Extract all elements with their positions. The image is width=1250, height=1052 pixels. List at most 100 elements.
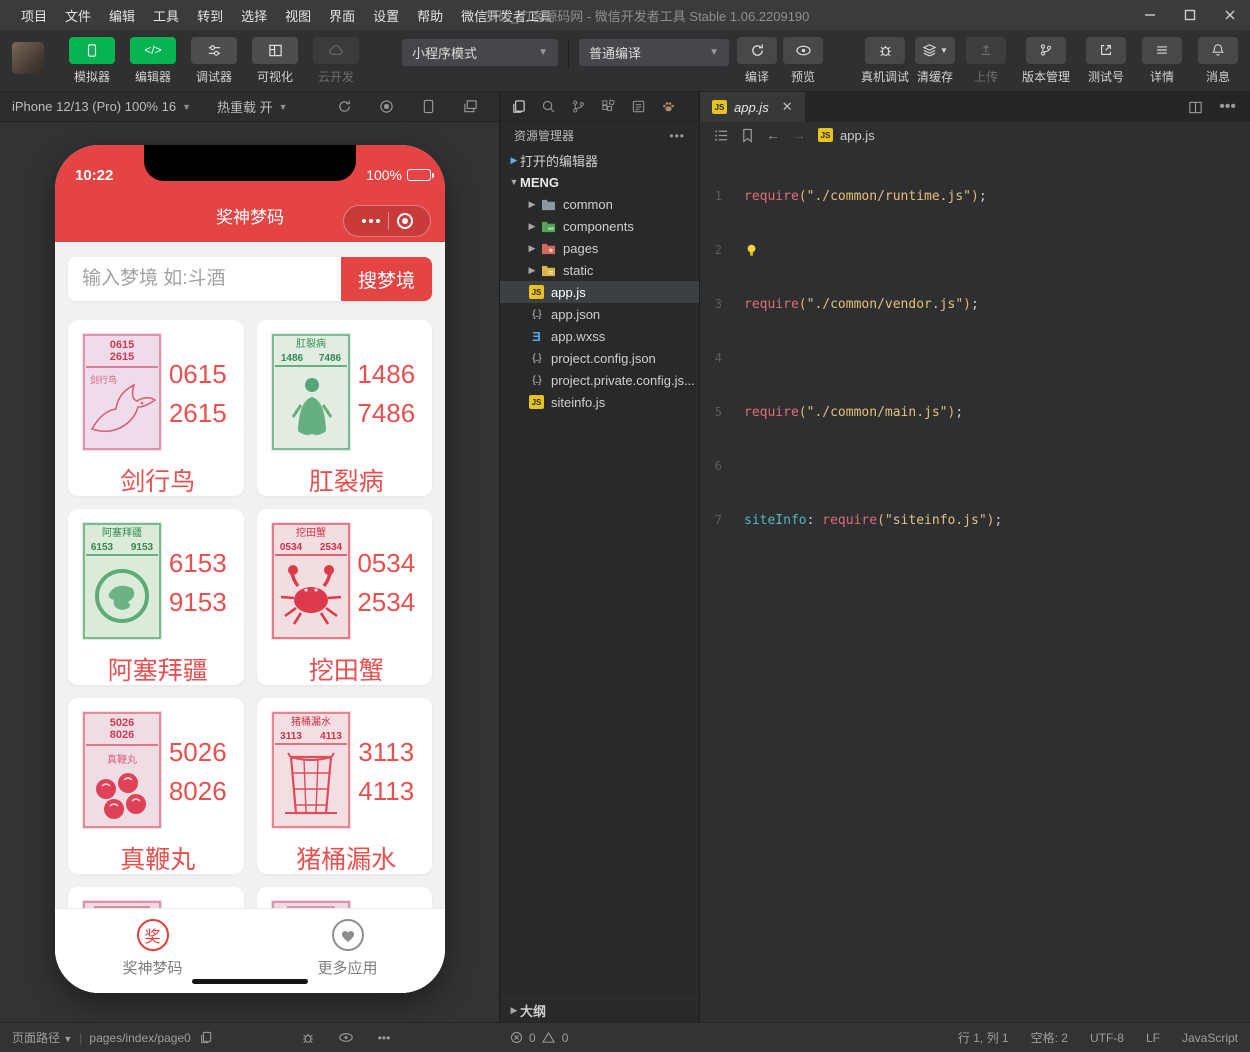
home-indicator[interactable] [192,979,308,984]
file-panel-icon[interactable] [630,98,647,115]
file-app-json[interactable]: {..} app.json [500,303,699,325]
card-image-pills: 5026 8026 真鞭丸 [82,711,162,829]
menu-help[interactable]: 帮助 [408,6,452,25]
breadcrumb[interactable]: JS app.js [818,128,875,143]
copy-icon[interactable] [198,1030,214,1046]
file-app-js[interactable]: JS app.js [500,281,699,303]
upload-button[interactable]: 上传 [965,36,1006,85]
paw-icon[interactable] [660,98,677,115]
cloud-dev-button[interactable]: 云开发 [310,36,362,85]
search-icon[interactable] [540,98,557,115]
dream-card[interactable]: 挖田蟹 0534 2534 0534 2534 挖田蟹 [256,509,432,685]
capsule-menu[interactable] [343,205,431,237]
simulator-button[interactable]: 模拟器 [66,36,118,85]
code-area[interactable]: 1 require("./common/runtime.js"); 2 3 requ… [700,148,1250,562]
hot-reload-toggle[interactable]: 热重载 开 ▼ [217,97,288,116]
menu-goto[interactable]: 转到 [188,6,232,25]
test-account-button[interactable]: 测试号 [1086,36,1126,85]
project-root[interactable]: ▼ MENG [500,171,699,193]
search-input[interactable] [68,257,341,301]
chevron-down-icon: ▼ [63,1034,73,1044]
file-project-config[interactable]: {..} project.config.json [500,347,699,369]
outline-list-icon[interactable] [714,128,729,143]
dream-number: 9153 [168,586,227,617]
compile-button[interactable]: 编译 [737,36,777,85]
encoding[interactable]: UTF-8 [1090,1031,1124,1045]
svg-text:0615: 0615 [110,339,134,351]
mode-select[interactable]: 小程序模式 ▼ [402,38,558,66]
close-button[interactable] [1210,0,1250,30]
chevron-right-icon: ▶ [528,220,536,231]
tab-app-js[interactable]: JS app.js ✕ [700,92,805,122]
open-editors-section[interactable]: ▶ 打开的编辑器 [500,149,699,171]
git-branch-icon[interactable] [570,98,587,115]
dream-card[interactable]: 肛裂病 1486 7486 1486 7486 肛裂病 [256,320,432,496]
debugger-button[interactable]: 调试器 [188,36,240,85]
maximize-button[interactable] [1170,0,1210,30]
rotate-icon[interactable] [335,98,353,116]
device-frame-icon[interactable] [419,98,437,116]
dream-card[interactable]: 5026 8026 真鞭丸 5026 8026 真鞭丸 [68,698,244,874]
search-button[interactable]: 搜梦境 [341,257,432,301]
menu-select[interactable]: 选择 [232,6,276,25]
more-dots-icon[interactable] [361,219,380,223]
folder-components[interactable]: ▶ components [500,215,699,237]
split-editor-icon[interactable] [1188,100,1203,115]
eol-setting[interactable]: LF [1146,1031,1160,1045]
device-debug-button[interactable]: 真机调试 [861,36,909,85]
exit-target-icon[interactable] [396,213,413,229]
folder-static[interactable]: ▶ static [500,259,699,281]
explorer-panel: 资源管理器 ••• ▶ 打开的编辑器 ▼ MENG ▶ common ▶ com… [500,92,700,1022]
bookmark-icon[interactable] [741,128,754,143]
more-actions-icon[interactable]: ••• [669,129,685,143]
menu-project[interactable]: 项目 [12,6,56,25]
more-actions-icon[interactable]: ••• [1219,98,1236,116]
menu-edit[interactable]: 编辑 [100,6,144,25]
forward-arrow-icon[interactable]: → [792,127,806,143]
menu-tools[interactable]: 工具 [144,6,188,25]
cursor-position[interactable]: 行 1, 列 1 [958,1029,1009,1046]
files-icon[interactable] [510,98,527,115]
dream-card[interactable]: 阿塞拜疆 6153 9153 6153 9153 阿塞拜疆 [68,509,244,685]
visual-button[interactable]: 可视化 [249,36,301,85]
separate-window-icon[interactable] [461,98,479,116]
close-tab-icon[interactable]: ✕ [782,99,793,115]
errors-count: 0 [529,1030,536,1045]
page-path-dropdown[interactable]: 页面路径 ▼ [12,1029,72,1046]
compile-mode-select[interactable]: 普通编译 ▼ [579,38,729,66]
dream-number: 4113 [358,775,415,806]
warnings-count: 0 [561,1030,569,1045]
dream-card[interactable]: 猪桶漏水 3113 4113 3113 4113 猪桶漏水 [256,698,432,874]
version-control-button[interactable]: 版本管理 [1022,36,1070,85]
details-button[interactable]: 详情 [1142,36,1182,85]
file-project-private-config[interactable]: {..} project.private.config.js... [500,369,699,391]
clear-cache-button[interactable]: ▼ 清缓存 [915,36,956,85]
file-app-wxss[interactable]: Ǝ app.wxss [500,325,699,347]
dream-card[interactable]: 0615 2615 剑行鸟 0615 2615 剑行鸟 [68,320,244,496]
language-mode[interactable]: JavaScript [1182,1031,1238,1045]
messages-button[interactable]: 消息 [1198,36,1238,85]
menu-interface[interactable]: 界面 [320,6,364,25]
outline-section[interactable]: ▶ 大纲 [500,998,699,1022]
file-siteinfo-js[interactable]: JS siteinfo.js [500,391,699,413]
extensions-icon[interactable] [600,98,617,115]
minimize-button[interactable] [1130,0,1170,30]
folder-common[interactable]: ▶ common [500,193,699,215]
js-file-icon: JS [818,128,833,142]
lightbulb-icon[interactable] [744,243,759,258]
back-arrow-icon[interactable]: ← [766,127,780,143]
indent-setting[interactable]: 空格: 2 [1031,1029,1068,1046]
avatar[interactable] [12,41,44,74]
more-actions-icon[interactable]: ••• [376,1030,392,1046]
menu-settings[interactable]: 设置 [364,6,408,25]
preview-button[interactable]: 预览 [783,36,823,85]
folder-pages[interactable]: ▶ pages [500,237,699,259]
record-icon[interactable] [377,98,395,116]
menu-file[interactable]: 文件 [56,6,100,25]
eye-icon[interactable] [338,1030,354,1046]
device-select[interactable]: iPhone 12/13 (Pro) 100% 16 ▼ [12,99,191,114]
explorer-title: 资源管理器 [514,129,575,143]
bug-icon[interactable] [300,1030,316,1046]
menu-view[interactable]: 视图 [276,6,320,25]
editor-button[interactable]: </> 编辑器 [127,36,179,85]
